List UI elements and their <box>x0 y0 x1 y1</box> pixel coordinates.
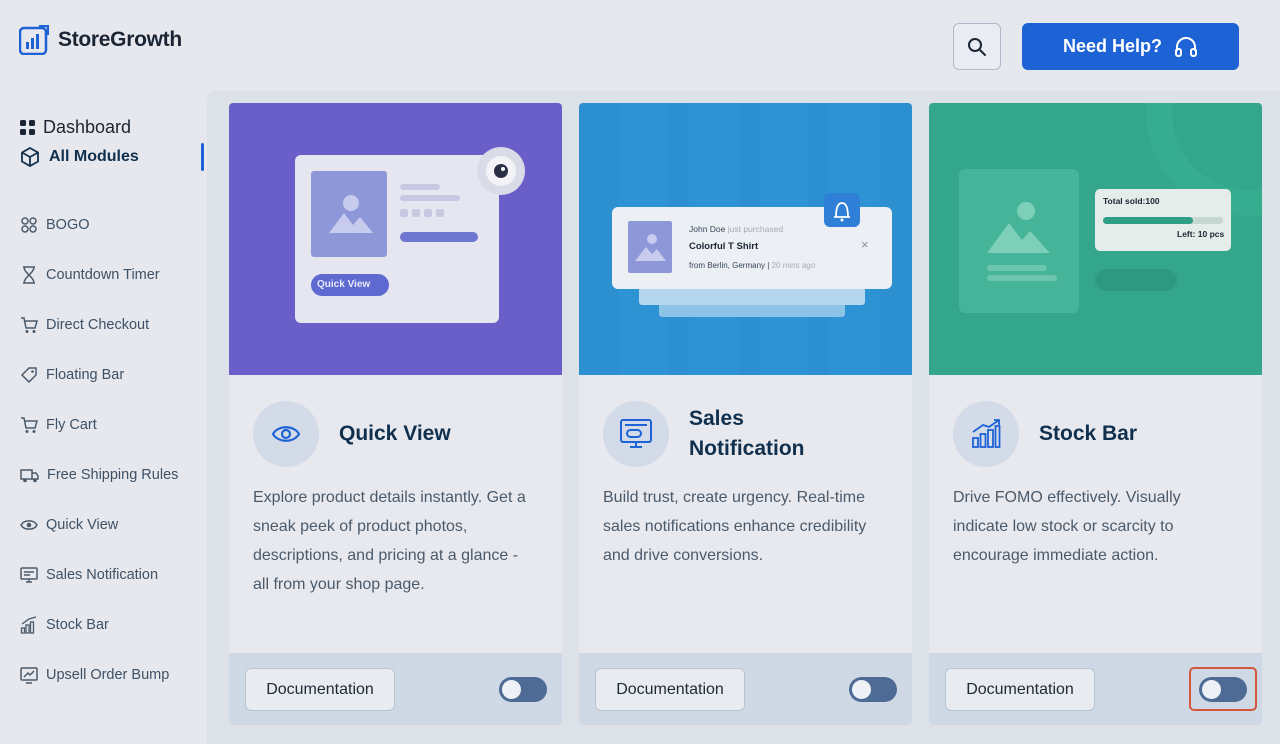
hero-location: from Berlin, Germany <box>689 261 766 270</box>
module-title: Quick View <box>339 422 451 445</box>
sidebar-item-label: Direct Checkout <box>46 317 150 333</box>
fly-cart-icon <box>21 417 38 433</box>
stock-progress-fill <box>1103 217 1193 224</box>
sidebar-item-label: Quick View <box>46 517 119 533</box>
module-toggle[interactable] <box>1199 677 1247 702</box>
sidebar-item-dashboard[interactable]: Dashboard <box>20 116 139 138</box>
search-icon <box>968 37 986 56</box>
sidebar-item-label: Upsell Order Bump <box>46 667 170 683</box>
eye-icon <box>271 426 301 442</box>
logo-icon <box>19 25 49 55</box>
sidebar-item-all-modules[interactable]: All Modules <box>20 146 139 168</box>
cube-icon <box>21 147 39 167</box>
sidebar-item-stock-bar[interactable]: Stock Bar <box>20 600 178 650</box>
sidebar: Dashboard All Modules BOGO Countdown Tim… <box>0 90 207 744</box>
documentation-button[interactable]: Documentation <box>245 668 395 711</box>
hero-left-label: Left: 10 pcs <box>1177 229 1225 239</box>
module-title: Stock Bar <box>1039 422 1138 445</box>
tag-icon <box>20 367 37 384</box>
sidebar-item-direct-checkout[interactable]: Direct Checkout <box>20 300 178 350</box>
toggle-knob <box>1202 680 1221 699</box>
sidebar-item-label: Fly Cart <box>46 417 97 433</box>
dashboard-icon <box>20 119 35 135</box>
cart-icon <box>21 317 38 333</box>
sidebar-item-fly-cart[interactable]: Fly Cart <box>20 400 178 450</box>
sidebar-item-quick-view[interactable]: Quick View <box>20 500 178 550</box>
monitor-icon <box>620 419 652 448</box>
card-footer: Documentation <box>929 653 1262 725</box>
sidebar-item-label: Sales Notification <box>46 567 159 583</box>
need-help-button[interactable]: Need Help? <box>1022 23 1239 70</box>
sidebar-item-bogo[interactable]: BOGO <box>20 200 178 250</box>
hourglass-icon <box>23 266 35 284</box>
sidebar-item-upsell-order-bump[interactable]: Upsell Order Bump <box>20 650 178 700</box>
hero-close-icon: × <box>861 237 869 252</box>
truck-icon <box>20 469 39 483</box>
hero-buyer: John Doe <box>689 224 726 234</box>
card-footer: Documentation <box>229 653 562 725</box>
monitor-icon <box>20 567 38 583</box>
hero-sold-label: Total sold:100 <box>1103 196 1160 206</box>
sidebar-item-label: Stock Bar <box>46 617 109 633</box>
module-card-quick-view: Quick View Quick View Explore product de… <box>229 103 562 725</box>
sales-notification-illustration: John Doe just purchased Colorful T Shirt… <box>579 103 912 375</box>
sidebar-item-label: All Modules <box>49 148 139 165</box>
active-indicator <box>201 143 204 171</box>
module-icon <box>603 401 669 467</box>
hero-product: Colorful T Shirt <box>689 241 759 252</box>
module-icon <box>253 401 319 467</box>
need-help-label: Need Help? <box>1062 36 1163 56</box>
quick-view-illustration: Quick View <box>229 103 562 375</box>
sidebar-item-label: Dashboard <box>43 116 132 137</box>
hero-action: just purchased <box>727 224 784 234</box>
card-footer: Documentation <box>579 653 912 725</box>
headphones-icon <box>1175 36 1198 57</box>
module-toggle[interactable] <box>849 677 897 702</box>
module-title: Sales Notification <box>689 407 805 460</box>
toggle-knob <box>502 680 521 699</box>
bar-chart-icon <box>972 419 1001 448</box>
search-button[interactable] <box>953 23 1001 70</box>
toggle-knob <box>852 680 871 699</box>
bar-chart-icon <box>20 616 37 634</box>
brand-name: StoreGrowth <box>58 28 182 51</box>
module-icon <box>953 401 1019 467</box>
brand-logo[interactable]: StoreGrowth <box>19 25 182 55</box>
documentation-button[interactable]: Documentation <box>945 668 1095 711</box>
sidebar-item-label: BOGO <box>46 217 90 233</box>
sidebar-item-label: Free Shipping Rules <box>47 467 179 483</box>
sidebar-item-sales-notification[interactable]: Sales Notification <box>20 550 178 600</box>
upsell-icon <box>20 667 38 684</box>
hero-time: 20 mins ago <box>771 261 816 270</box>
sidebar-item-label: Floating Bar <box>46 367 125 383</box>
module-description: Explore product details instantly. Get a… <box>253 489 526 593</box>
bogo-icon <box>21 217 37 233</box>
sidebar-item-label: Countdown Timer <box>46 267 160 283</box>
hero-quick-view-button: Quick View <box>317 279 371 290</box>
module-description: Drive FOMO effectively. Visually indicat… <box>953 489 1181 564</box>
module-description: Build trust, create urgency. Real-time s… <box>603 489 867 564</box>
module-card-stock-bar: Total sold:100 Left: 10 pcs Stock Bar Dr… <box>929 103 1262 725</box>
module-toggle[interactable] <box>499 677 547 702</box>
documentation-button[interactable]: Documentation <box>595 668 745 711</box>
sidebar-item-floating-bar[interactable]: Floating Bar <box>20 350 178 400</box>
eye-icon <box>20 520 38 530</box>
sidebar-item-countdown-timer[interactable]: Countdown Timer <box>20 250 178 300</box>
sidebar-item-free-shipping-rules[interactable]: Free Shipping Rules <box>20 450 178 500</box>
modules-grid: Quick View Quick View Explore product de… <box>207 90 1280 744</box>
stock-bar-illustration: Total sold:100 Left: 10 pcs <box>929 103 1262 375</box>
module-card-sales-notification: John Doe just purchased Colorful T Shirt… <box>579 103 912 725</box>
